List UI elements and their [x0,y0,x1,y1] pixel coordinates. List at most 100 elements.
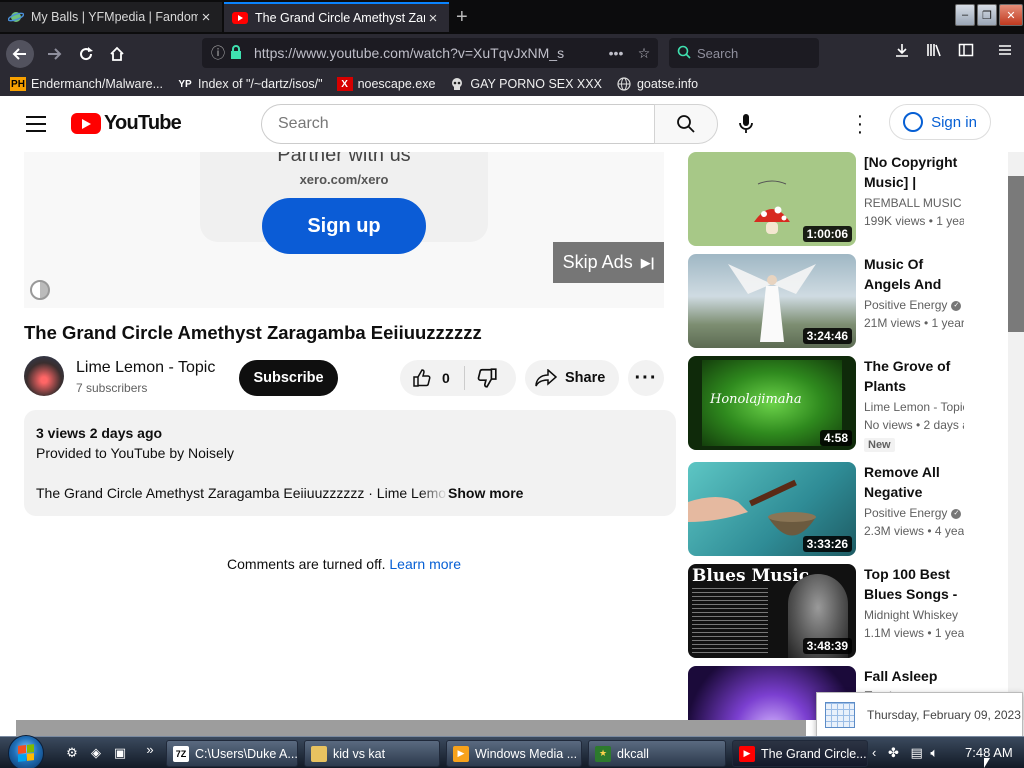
back-button[interactable] [6,40,34,68]
horizontal-scrollbar[interactable] [16,720,806,736]
recommendation-channel[interactable]: Positive Energy ✓ [864,298,964,312]
bookmark-item[interactable]: PH Endermanch/Malware... [10,77,163,91]
library-icon[interactable] [922,42,946,63]
download-icon[interactable] [890,42,914,63]
more-actions-button[interactable]: ··· [628,360,664,396]
learn-more-link[interactable]: Learn more [389,556,461,572]
bookmark-item[interactable]: GAY PORNO SEX XXX [449,77,602,91]
channel-avatar[interactable] [24,356,64,396]
hamburger-menu-icon[interactable] [26,116,46,137]
tab-title: The Grand Circle Amethyst Zaragamba [255,11,425,25]
bookmark-item[interactable]: X noescape.exe [336,77,435,91]
sign-in-button[interactable]: Sign in [889,104,991,140]
show-more-button[interactable]: Show more [419,485,523,503]
recommendation-item[interactable]: 3:33:26 Remove All Negative Energy Posit… [688,462,1018,556]
sidebar-icon[interactable] [954,42,978,63]
video-thumbnail[interactable]: 3:33:26 [688,462,856,556]
quicklaunch-icon[interactable]: ⚙ [64,745,80,761]
taskbar-item[interactable]: ▶ Windows Media ... [446,740,582,767]
bookmark-item[interactable]: YP Index of "/~dartz/isos/" [177,77,322,91]
quicklaunch-icon[interactable]: ◈ [88,745,104,761]
subscribe-button[interactable]: Subscribe [239,360,338,396]
tray-app-icon[interactable]: ✤ [888,745,899,760]
share-button[interactable]: Share [525,360,619,396]
info-icon[interactable]: ⓘ [206,43,230,63]
like-button[interactable]: 0 [400,360,464,396]
recommendation-item[interactable]: 1:00:06 [No Copyright Music] | Mushroom … [688,152,1018,246]
menu-icon[interactable] [993,42,1017,63]
search-button[interactable] [654,104,718,144]
settings-menu-icon[interactable]: · · · [850,106,870,142]
microphone-icon[interactable] [734,110,758,138]
recommendation-title[interactable]: Music Of Angels And Healing [864,254,964,294]
recommendation-channel[interactable]: REMBALL MUSIC [864,196,964,210]
tab-youtube-active[interactable]: The Grand Circle Amethyst Zaragamba × [224,2,449,32]
recommendation-title[interactable]: The Grove of Plants Elanor... [864,356,964,396]
close-window-button[interactable]: ✕ [999,4,1023,26]
maximize-button[interactable]: ❐ [977,4,997,26]
description-box[interactable]: 3 views 2 days ago Provided to YouTube b… [24,410,676,516]
home-button[interactable] [103,40,131,68]
minimize-button[interactable]: – [955,4,975,26]
like-dislike-group: 0 [400,360,516,396]
recommendation-item[interactable]: 3:24:46 Music Of Angels And Healing Posi… [688,254,1018,348]
recommendation-item[interactable]: Blues Music 3:48:39 Top 100 Best Blues S… [688,564,1018,658]
duration-badge: 4:58 [819,430,852,446]
recommendation-channel[interactable]: Midnight Whiskey [864,608,964,622]
url-text[interactable]: https://www.youtube.com/watch?v=XuTqvJxN… [254,45,602,61]
quicklaunch-expand-icon[interactable]: » [142,741,158,757]
skip-ads-button[interactable]: Skip Ads ▶| [553,242,664,283]
taskbar-item-active[interactable]: ▶ The Grand Circle... [732,740,868,767]
windows-logo-icon [18,744,34,762]
youtube-play-icon [71,113,101,134]
url-bar[interactable]: ⓘ https://www.youtube.com/watch?v=XuTqvJ… [202,38,658,68]
view-date-meta: 3 views 2 days ago [36,425,163,441]
video-thumbnail[interactable]: 3:24:46 [688,254,856,348]
recommendation-title[interactable]: Top 100 Best Blues Songs - Blues [864,564,964,604]
video-thumbnail[interactable]: Honolajimaha 4:58 [688,356,856,450]
taskbar-item[interactable]: kid vs kat [304,740,440,767]
search-input[interactable]: Search [261,104,655,144]
vertical-scrollbar[interactable] [1008,152,1024,720]
volume-icon[interactable]: 🔈︎ [930,745,938,760]
scrollbar-thumb[interactable] [1008,176,1024,332]
skull-icon [449,77,465,91]
thumbs-up-icon [413,369,431,387]
show-desktop-icon[interactable]: ▣ [112,745,128,761]
forward-button[interactable] [40,40,68,68]
recommendation-channel[interactable]: Lime Lemon - Topic [864,400,964,414]
tab-fandom[interactable]: My Balls | YFMpedia | Fandom × [0,2,222,32]
recommendation-channel[interactable]: Positive Energy ✓ [864,506,964,520]
tray-expand-icon[interactable]: ‹ [872,745,876,760]
ad-signup-button[interactable]: Sign up [262,198,426,254]
logo-text: YouTube [104,112,182,134]
video-player[interactable]: Partner with us xero.com/xero Sign up Sk… [24,152,664,308]
video-thumbnail[interactable]: 1:00:06 [688,152,856,246]
browser-search-box[interactable]: Search [669,38,819,68]
bookmark-item[interactable]: goatse.info [616,77,698,91]
tracklist-graphic [692,588,768,654]
youtube-logo[interactable]: YouTube [71,112,182,135]
page-actions-icon[interactable]: ••• [602,45,630,61]
recommendation-item[interactable]: Honolajimaha 4:58 The Grove of Plants El… [688,356,1018,452]
system-tray[interactable]: ‹ ✤ ▤ 🔈︎ [872,745,938,761]
yp-icon: YP [178,78,192,90]
taskbar-item[interactable]: 7Z C:\Users\Duke A... [166,740,298,767]
ad-domain[interactable]: xero.com/xero [24,172,664,187]
video-thumbnail[interactable]: Blues Music 3:48:39 [688,564,856,658]
thumbnail-caption: Blues Music [692,566,810,586]
bookmark-star-icon[interactable]: ☆ [630,45,658,62]
reload-button[interactable] [72,40,100,68]
recommendation-title[interactable]: Remove All Negative Energy [864,462,964,502]
channel-name[interactable]: Lime Lemon - Topic [76,359,216,377]
close-tab-icon[interactable]: × [198,9,214,26]
new-tab-button[interactable]: + [456,6,468,29]
taskbar-item-label: The Grand Circle... [761,746,867,761]
recommendation-title[interactable]: [No Copyright Music] | Mushroom [864,152,964,192]
duration-badge: 3:33:26 [802,536,852,552]
taskbar-item[interactable]: ★ dkcall [588,740,726,767]
network-icon[interactable]: ▤ [911,745,923,760]
start-button[interactable] [8,735,44,768]
dislike-button[interactable] [476,367,498,392]
close-tab-icon[interactable]: × [425,10,441,27]
